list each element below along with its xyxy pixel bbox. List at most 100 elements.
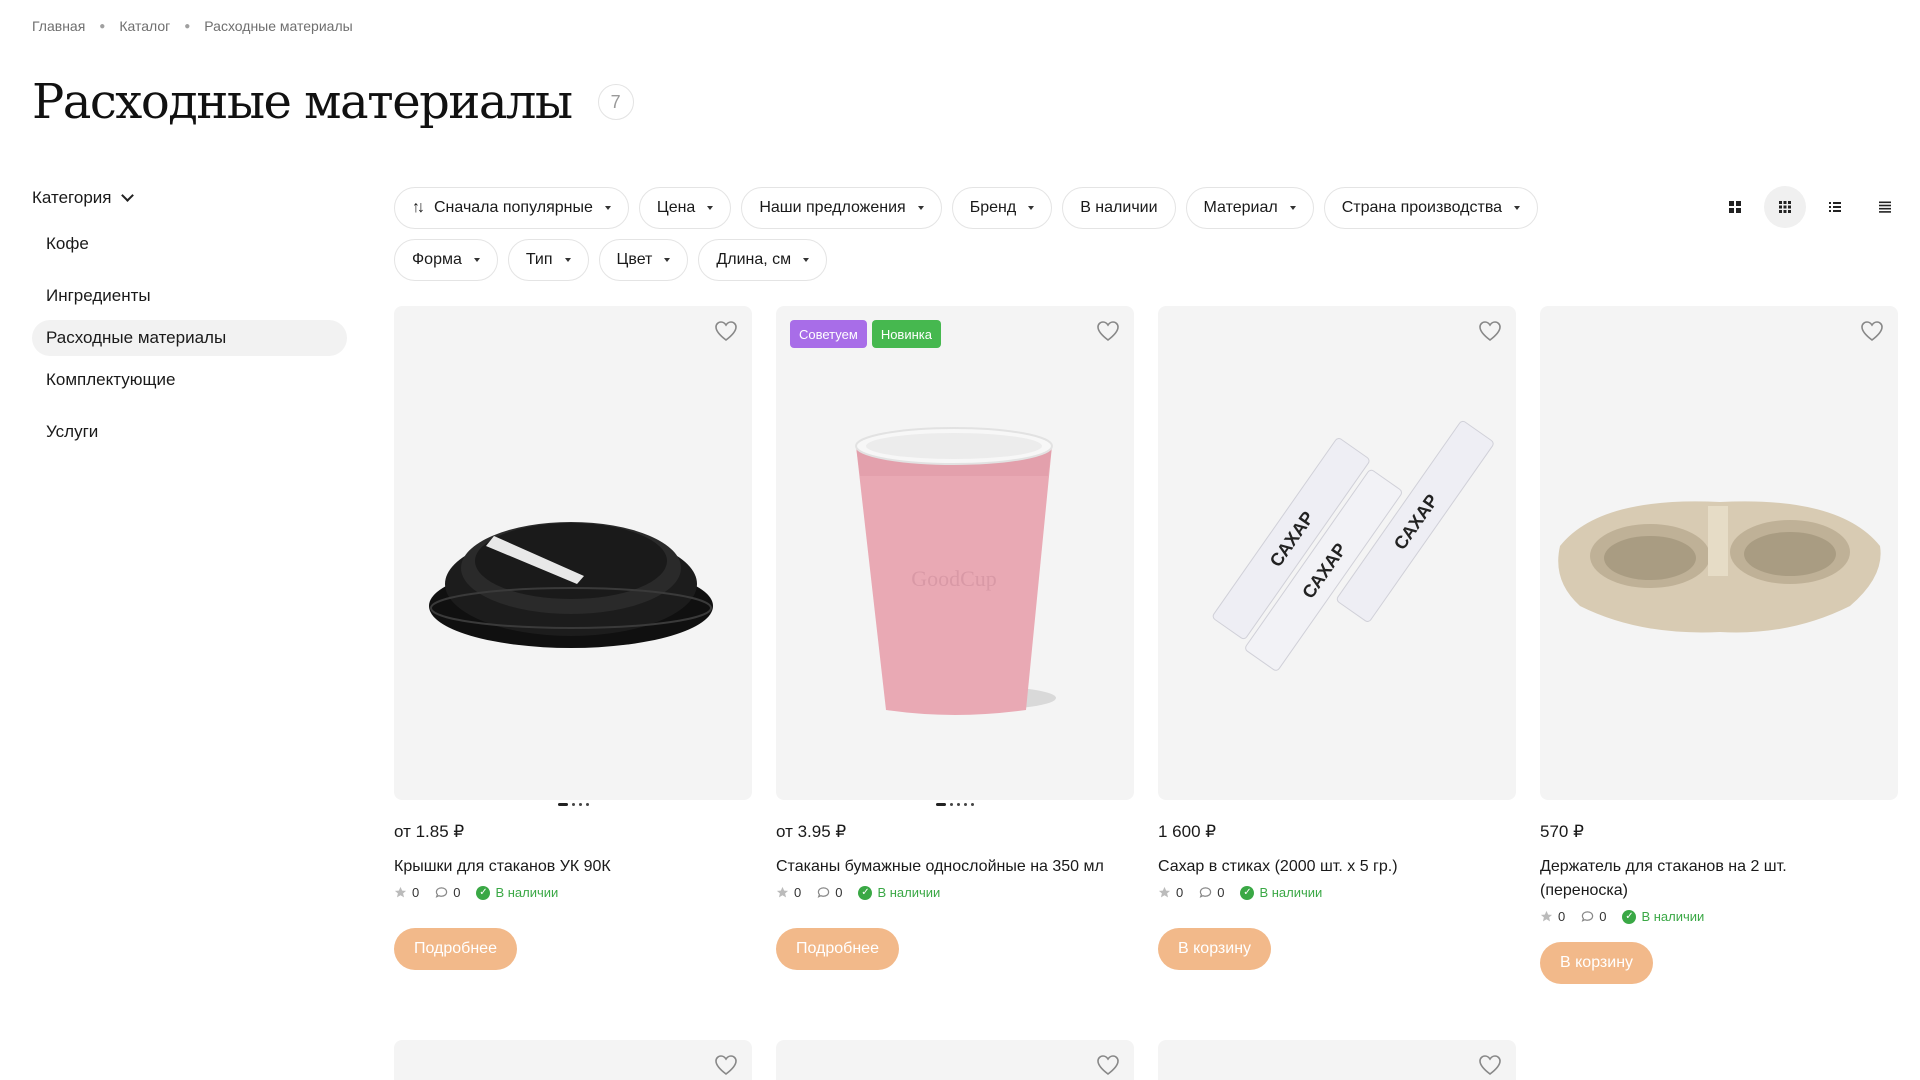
stock-label: В наличии — [877, 885, 941, 900]
product-name[interactable]: Крышки для стаканов УК 90К — [394, 855, 752, 879]
product-card[interactable]: от 1.85 ₽ Крышки для стаканов УК 90К 0 0… — [394, 306, 752, 970]
breadcrumb: Главная ● Каталог ● Расходные материалы — [32, 18, 353, 34]
badge-recommended: Советуем — [790, 320, 867, 348]
product-image-area[interactable]: GoodCup Советуем Новинка — [776, 306, 1134, 800]
sidebar-item-coffee[interactable]: Кофе — [32, 226, 347, 262]
filter-label: Наши предложения — [759, 199, 906, 216]
breadcrumb-home[interactable]: Главная — [32, 18, 85, 34]
sort-label: Сначала популярные — [434, 199, 593, 216]
breadcrumb-separator: ● — [184, 20, 191, 32]
filter-label: Цвет — [616, 251, 653, 268]
product-card[interactable]: 570 ₽ Держатель для стаканов на 2 шт. (п… — [1540, 306, 1898, 984]
favorite-heart-icon[interactable] — [1478, 1054, 1502, 1080]
add-to-cart-button[interactable]: В корзину — [1158, 928, 1272, 970]
details-button[interactable]: Подробнее — [776, 928, 899, 970]
favorite-heart-icon[interactable] — [1478, 320, 1502, 347]
rating-value: 0 — [1176, 885, 1184, 900]
cup-image: GoodCup — [855, 427, 1056, 715]
compact-list-icon[interactable] — [1864, 186, 1906, 228]
product-card[interactable]: САХАР САХАР САХАР 1 600 ₽ Сахар в стиках… — [1158, 306, 1516, 970]
reviews: 0 — [1581, 909, 1606, 924]
favorite-heart-icon[interactable] — [1096, 1054, 1120, 1080]
product-card[interactable]: GoodCup Советуем Новинка от 3.95 ₽ Стака… — [776, 306, 1134, 970]
comment-icon — [1199, 887, 1212, 898]
reviews: 0 — [817, 885, 842, 900]
filter-country[interactable]: Страна производства — [1323, 187, 1539, 229]
grid-small-icon[interactable] — [1764, 186, 1806, 228]
sort-dropdown[interactable]: ↑↓ Сначала популярные — [394, 187, 629, 229]
product-meta: 0 0 ✓ В наличии — [394, 885, 752, 900]
filter-label: Длина, см — [716, 251, 792, 268]
product-meta: 0 0 ✓ В наличии — [1158, 885, 1516, 900]
filter-label: Тип — [525, 251, 553, 268]
favorite-heart-icon[interactable] — [1860, 320, 1884, 347]
caret-down-icon — [707, 206, 714, 210]
product-name[interactable]: Стаканы бумажные однослойные на 350 мл — [776, 855, 1134, 879]
product-price: 1 600 ₽ — [1158, 822, 1217, 841]
sidebar-item-services[interactable]: Услуги — [32, 414, 347, 450]
list-icon[interactable] — [1814, 186, 1856, 228]
category-toggle[interactable]: Категория — [32, 186, 347, 210]
comment-icon — [817, 887, 830, 898]
product-name[interactable]: Сахар в стиках (2000 шт. х 5 гр.) — [1158, 855, 1516, 879]
rating: 0 — [776, 885, 801, 900]
filter-shape[interactable]: Форма — [394, 239, 498, 281]
breadcrumb-catalog[interactable]: Каталог — [119, 18, 170, 34]
filter-length[interactable]: Длина, см — [698, 239, 828, 281]
product-price: от 1.85 ₽ — [394, 822, 465, 841]
product-badges: Советуем Новинка — [790, 320, 946, 348]
details-button[interactable]: Подробнее — [394, 928, 517, 970]
sidebar-item-components[interactable]: Комплектующие — [32, 362, 347, 398]
product-card[interactable] — [776, 1040, 1134, 1080]
product-name[interactable]: Держатель для стаканов на 2 шт. (перенос… — [1540, 855, 1840, 903]
caret-down-icon — [1514, 206, 1521, 210]
category-sidebar: Категория Кофе Ингредиенты Расходные мат… — [32, 186, 347, 450]
favorite-heart-icon[interactable] — [714, 320, 738, 347]
sidebar-item-consumables[interactable]: Расходные материалы — [32, 320, 347, 356]
product-image-area[interactable]: САХАР САХАР САХАР — [1158, 306, 1516, 800]
filter-offers[interactable]: Наши предложения — [741, 187, 942, 229]
filter-label: Бренд — [969, 199, 1017, 216]
reviews-count: 0 — [835, 885, 843, 900]
filter-row-secondary: Форма Тип Цвет Длина, см — [394, 238, 1634, 282]
caret-down-icon — [564, 258, 571, 262]
filter-type[interactable]: Тип — [507, 239, 589, 281]
page-title: Расходные материалы — [32, 74, 573, 130]
stock-label: В наличии — [1641, 909, 1705, 924]
filter-label: Материал — [1203, 199, 1278, 216]
caret-down-icon — [664, 258, 671, 262]
comment-icon — [435, 887, 448, 898]
breadcrumb-separator: ● — [99, 20, 106, 32]
reviews-count: 0 — [1217, 885, 1225, 900]
cup-holder-image — [1558, 501, 1881, 633]
product-meta: 0 0 ✓ В наличии — [1540, 909, 1898, 924]
filter-brand[interactable]: Бренд — [951, 187, 1053, 229]
filter-color[interactable]: Цвет — [598, 239, 689, 281]
product-image-area[interactable] — [1540, 306, 1898, 800]
filter-in-stock[interactable]: В наличии — [1062, 187, 1176, 229]
grid-large-icon[interactable] — [1714, 186, 1756, 228]
add-to-cart-button[interactable]: В корзину — [1540, 942, 1654, 984]
stock-status: ✓ В наличии — [858, 885, 940, 900]
image-pagination[interactable] — [394, 800, 752, 808]
filter-price[interactable]: Цена — [638, 187, 732, 229]
sidebar-item-ingredients[interactable]: Ингредиенты — [32, 278, 347, 314]
stock-status: ✓ В наличии — [476, 885, 558, 900]
category-toggle-label: Категория — [32, 188, 112, 207]
image-pagination — [1540, 800, 1898, 808]
title-row: Расходные материалы 7 — [32, 74, 634, 130]
breadcrumb-current: Расходные материалы — [204, 18, 353, 34]
filter-label: Страна производства — [1341, 199, 1503, 216]
sort-icon: ↑↓ — [412, 199, 425, 216]
image-pagination[interactable] — [776, 800, 1134, 808]
product-card[interactable] — [394, 1040, 752, 1080]
favorite-heart-icon[interactable] — [1096, 320, 1120, 347]
product-meta: 0 0 ✓ В наличии — [776, 885, 1134, 900]
filter-label: Форма — [412, 251, 462, 268]
favorite-heart-icon[interactable] — [714, 1054, 738, 1080]
filter-material[interactable]: Материал — [1185, 187, 1314, 229]
rating-value: 0 — [794, 885, 802, 900]
filter-row-primary: ↑↓ Сначала популярные Цена Наши предложе… — [394, 186, 1634, 230]
product-card[interactable] — [1158, 1040, 1516, 1080]
product-image-area[interactable] — [394, 306, 752, 800]
